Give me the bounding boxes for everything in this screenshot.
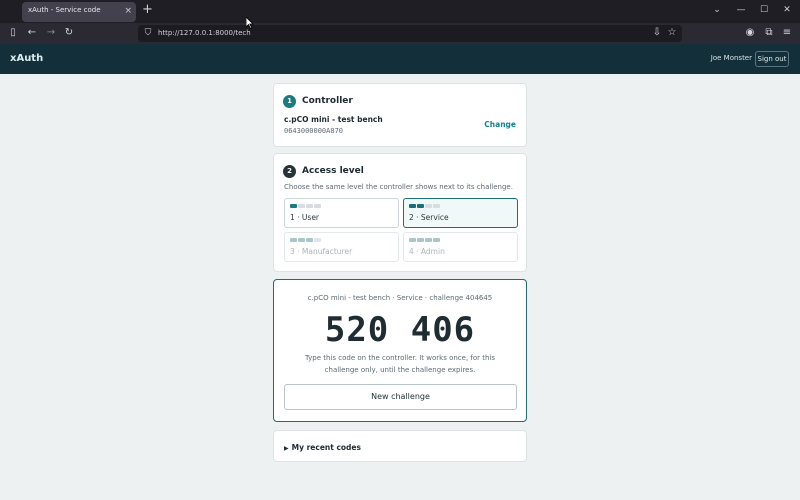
address-bar[interactable]: ⛉ http://127.0.0.1:8000/tech ⇩ ☆ xyxy=(138,25,682,42)
level-pip xyxy=(298,238,305,242)
tab-title: xAuth - Service code xyxy=(28,6,101,14)
sidebar-toggle-icon[interactable]: ▯ xyxy=(6,26,20,40)
recent-codes-toggle[interactable]: ▶ My recent codes xyxy=(284,443,361,452)
code-meta: c.pCO mini - test bench · Service · chal… xyxy=(307,294,493,302)
access-level-option: 4 · Admin xyxy=(403,232,518,262)
access-level-label: 2 · Service xyxy=(409,213,449,222)
level-pip xyxy=(409,238,416,242)
level-pip xyxy=(417,204,424,208)
access-level-label: 1 · User xyxy=(290,213,320,222)
controller-card: 1 Controller c.pCO mini - test bench 064… xyxy=(273,83,527,147)
forward-arrow-icon[interactable]: → xyxy=(44,26,58,40)
url-text: http://127.0.0.1:8000/tech xyxy=(158,29,251,37)
access-level-option[interactable]: 1 · User xyxy=(284,198,399,228)
browser-nav-bar: ▯ ← → ↻ ⛉ http://127.0.0.1:8000/tech ⇩ ☆… xyxy=(0,23,800,44)
extensions-puzzle-icon[interactable]: ⧉ xyxy=(762,26,776,40)
level-pip xyxy=(314,204,321,208)
brand-logo[interactable]: xAuth xyxy=(10,53,43,64)
access-level-label: 4 · Admin xyxy=(409,247,445,256)
level-pip xyxy=(290,204,297,208)
level-pip xyxy=(425,238,432,242)
access-level-label: 3 · Manufacturer xyxy=(290,247,353,256)
browser-tab-bar: xAuth - Service code × + ⌄ — ☐ ✕ xyxy=(0,0,800,23)
step-badge: 1 xyxy=(283,95,296,108)
controller-name: c.pCO mini - test bench xyxy=(284,115,383,124)
caret-right-icon: ▶ xyxy=(284,445,289,452)
minimize-icon[interactable]: — xyxy=(733,3,749,17)
level-pip xyxy=(433,204,440,208)
extension-account-icon[interactable]: ◉ xyxy=(743,26,757,40)
app-header: xAuth Joe Monster Sign out xyxy=(0,44,800,74)
level-pip xyxy=(314,238,321,242)
level-pip xyxy=(409,204,416,208)
level-pip xyxy=(433,238,440,242)
card-title: Access level xyxy=(302,166,364,176)
level-pip xyxy=(306,204,313,208)
reload-icon[interactable]: ↻ xyxy=(62,26,76,40)
window-close-icon[interactable]: ✕ xyxy=(779,3,795,17)
access-level-option: 3 · Manufacturer xyxy=(284,232,399,262)
tab-close-icon[interactable]: × xyxy=(124,5,132,17)
back-arrow-icon[interactable]: ← xyxy=(25,26,39,40)
step-badge: 2 xyxy=(283,165,296,178)
user-name: Joe Monster xyxy=(710,54,752,62)
code-hint: Type this code on the controller. It wor… xyxy=(304,354,496,374)
level-pip xyxy=(298,204,305,208)
sign-out-button[interactable]: Sign out xyxy=(755,51,789,67)
change-controller-link[interactable]: Change xyxy=(484,120,516,129)
bookmark-star-icon[interactable]: ☆ xyxy=(665,26,679,40)
access-level-option[interactable]: 2 · Service xyxy=(403,198,518,228)
level-pip xyxy=(306,238,313,242)
service-code: 520 406 xyxy=(324,310,476,350)
download-page-icon[interactable]: ⇩ xyxy=(650,26,664,40)
card-title: Controller xyxy=(302,96,353,106)
chevron-down-icon[interactable]: ⌄ xyxy=(709,3,725,17)
level-pip xyxy=(290,238,297,242)
recent-codes-card[interactable]: ▶ My recent codes xyxy=(273,430,527,462)
recent-codes-label: My recent codes xyxy=(291,443,361,452)
maximize-icon[interactable]: ☐ xyxy=(756,3,772,17)
access-hint: Choose the same level the controller sho… xyxy=(284,183,513,191)
level-pip xyxy=(417,238,424,242)
code-card: c.pCO mini - test bench · Service · chal… xyxy=(273,279,527,422)
menu-icon[interactable]: ≡ xyxy=(780,26,794,40)
new-challenge-button[interactable]: New challenge xyxy=(284,384,517,410)
new-tab-icon[interactable]: + xyxy=(142,3,153,17)
shield-icon[interactable]: ⛉ xyxy=(141,26,155,40)
level-pip xyxy=(425,204,432,208)
browser-tab[interactable]: xAuth - Service code × xyxy=(22,2,136,22)
access-level-card: 2 Access level Choose the same level the… xyxy=(273,153,527,272)
controller-id: 0643000000A870 xyxy=(284,127,344,135)
